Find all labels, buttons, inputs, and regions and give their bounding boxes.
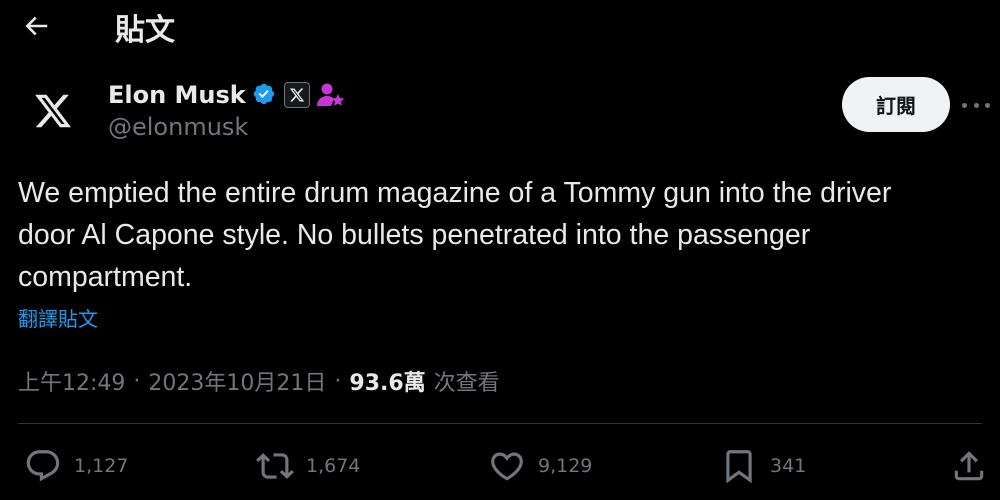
more-dot bbox=[962, 102, 967, 108]
reply-button[interactable]: 1,127 bbox=[24, 446, 128, 486]
x-logo-icon bbox=[35, 94, 72, 128]
reply-count: 1,127 bbox=[74, 455, 129, 477]
meta-separator: · bbox=[334, 368, 342, 394]
like-button[interactable]: 9,129 bbox=[488, 446, 592, 486]
arrow-left-icon bbox=[25, 16, 48, 36]
tweet-meta: 上午12:49 · 2023年10月21日 · 93.6萬 次查看 bbox=[18, 364, 500, 398]
avatar[interactable] bbox=[22, 80, 84, 142]
repost-button[interactable]: 1,674 bbox=[256, 446, 360, 486]
divider bbox=[18, 423, 982, 424]
translate-post-link[interactable]: 翻譯貼文 bbox=[18, 303, 98, 332]
page-title: 貼文 bbox=[115, 13, 175, 48]
author-handle[interactable]: @elonmusk bbox=[108, 113, 248, 141]
bookmark-button[interactable]: 341 bbox=[720, 446, 806, 486]
tweet-time[interactable]: 上午12:49 bbox=[18, 365, 125, 397]
tweet-date[interactable]: 2023年10月21日 bbox=[148, 365, 326, 397]
repost-icon bbox=[256, 453, 294, 479]
share-button[interactable] bbox=[950, 446, 988, 486]
subscribe-button[interactable]: 訂閱 bbox=[842, 77, 950, 132]
more-options-icon[interactable] bbox=[962, 95, 990, 115]
verified-badge-icon[interactable] bbox=[252, 82, 278, 108]
affiliate-x-badge-icon[interactable] bbox=[283, 82, 310, 108]
views-label: 次查看 bbox=[433, 371, 500, 396]
government-person-star-icon[interactable] bbox=[316, 81, 346, 109]
more-dot bbox=[985, 102, 990, 108]
like-count: 9,129 bbox=[538, 455, 593, 477]
meta-separator: · bbox=[133, 368, 141, 394]
tweet-text: We emptied the entire drum magazine of a… bbox=[18, 177, 892, 293]
author-row: Elon Musk bbox=[108, 78, 346, 112]
author-name[interactable]: Elon Musk bbox=[108, 81, 246, 109]
back-button[interactable] bbox=[18, 8, 54, 44]
more-dot bbox=[973, 102, 979, 108]
top-bar: 貼文 bbox=[0, 0, 1000, 50]
repost-count: 1,674 bbox=[306, 455, 361, 477]
heart-icon bbox=[491, 452, 523, 481]
share-icon bbox=[954, 451, 984, 481]
views-count: 93.6萬 bbox=[349, 371, 426, 396]
bookmark-icon bbox=[726, 450, 752, 484]
reply-icon bbox=[26, 450, 60, 482]
bookmark-count: 341 bbox=[770, 455, 807, 477]
